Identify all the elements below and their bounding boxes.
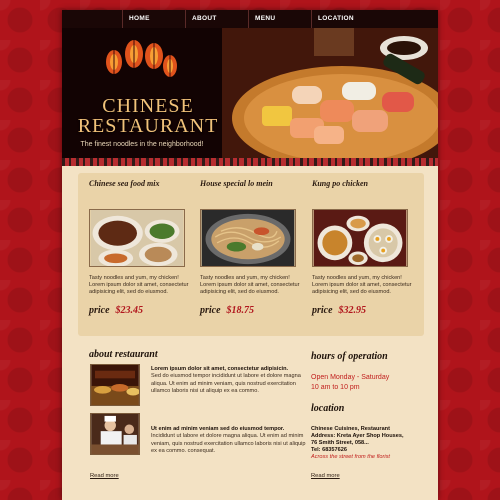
dish-price: price $23.45 [89, 305, 199, 316]
price-label: price [200, 305, 221, 316]
nav-home[interactable]: HOME [122, 10, 185, 28]
hours-heading: hours of operation [311, 351, 388, 362]
price-label: price [89, 305, 110, 316]
kung-po-chicken-photo[interactable] [312, 209, 408, 267]
about-paragraph-2: Ut enim ad minim veniam sed do eiusmod t… [151, 426, 306, 456]
header-banner: CHINESE RESTAURANT The finest noodles in… [62, 28, 438, 158]
dish-price: price $32.95 [312, 305, 422, 316]
dish-description: Tasty noodles and yum, my chicken! Lorem… [89, 275, 189, 296]
about-heading: about restaurant [89, 349, 158, 360]
price-amount: $23.45 [115, 305, 144, 316]
location-heading: location [311, 403, 345, 414]
nav-menu[interactable]: MENU [248, 10, 311, 28]
dish-title: Chinese sea food mix [89, 179, 160, 188]
sushi-platter-image [222, 28, 438, 158]
title-line-1: CHINESE [102, 95, 194, 117]
about-paragraph-1-body: Sed do eiusmod tempor incididunt ut labo… [151, 373, 301, 395]
dish-title: Kung po chicken [312, 179, 369, 188]
location-read-more-link[interactable]: Read more [311, 473, 340, 479]
about-read-more-link[interactable]: Read more [90, 473, 119, 479]
price-amount: $18.75 [226, 305, 255, 316]
lo-mein-photo[interactable] [200, 209, 296, 267]
nav-about[interactable]: ABOUT [185, 10, 248, 28]
tagline: The finest noodles in the neighborhood! [80, 141, 204, 148]
dish-title: House special lo mein [200, 179, 273, 188]
about-paragraph-1-lead: Lorem ipsum dolor sit amet, consectetur … [151, 366, 289, 372]
hours-days: Open Monday - Saturday [311, 374, 390, 381]
price-label: price [312, 305, 333, 316]
about-paragraph-1: Lorem ipsum dolor sit amet, consectetur … [151, 366, 306, 396]
seafood-mix-photo[interactable] [89, 209, 185, 267]
featured-dishes-panel: Chinese sea food mix Tasty noodles and y… [78, 173, 424, 336]
chef-photo[interactable] [90, 413, 140, 455]
nav-location[interactable]: LOCATION [311, 10, 374, 28]
lanterns-illustration [102, 32, 182, 87]
decorative-border-strip [62, 158, 438, 166]
top-navigation: HOME ABOUT MENU LOCATION [62, 10, 438, 28]
location-note: Across the street from the florist [311, 454, 390, 460]
dish-description: Tasty noodles and yum, my chicken! Lorem… [200, 275, 300, 296]
hours-time: 10 am to 10 pm [311, 384, 360, 391]
page-container: HOME ABOUT MENU LOCATION CHINESE RESTAUR… [62, 10, 438, 500]
dish-description: Tasty noodles and yum, my chicken! Lorem… [312, 275, 412, 296]
about-paragraph-2-body: Incididunt ut labore et dolore magna ali… [151, 433, 306, 455]
restaurant-title: CHINESE RESTAURANT [68, 96, 228, 136]
price-amount: $32.95 [338, 305, 367, 316]
dish-price: price $18.75 [200, 305, 310, 316]
about-paragraph-2-lead: Ut enim ad minim veniam sed do eiusmod t… [151, 426, 285, 432]
title-line-2: RESTAURANT [77, 115, 219, 137]
buffet-photo[interactable] [90, 364, 140, 406]
